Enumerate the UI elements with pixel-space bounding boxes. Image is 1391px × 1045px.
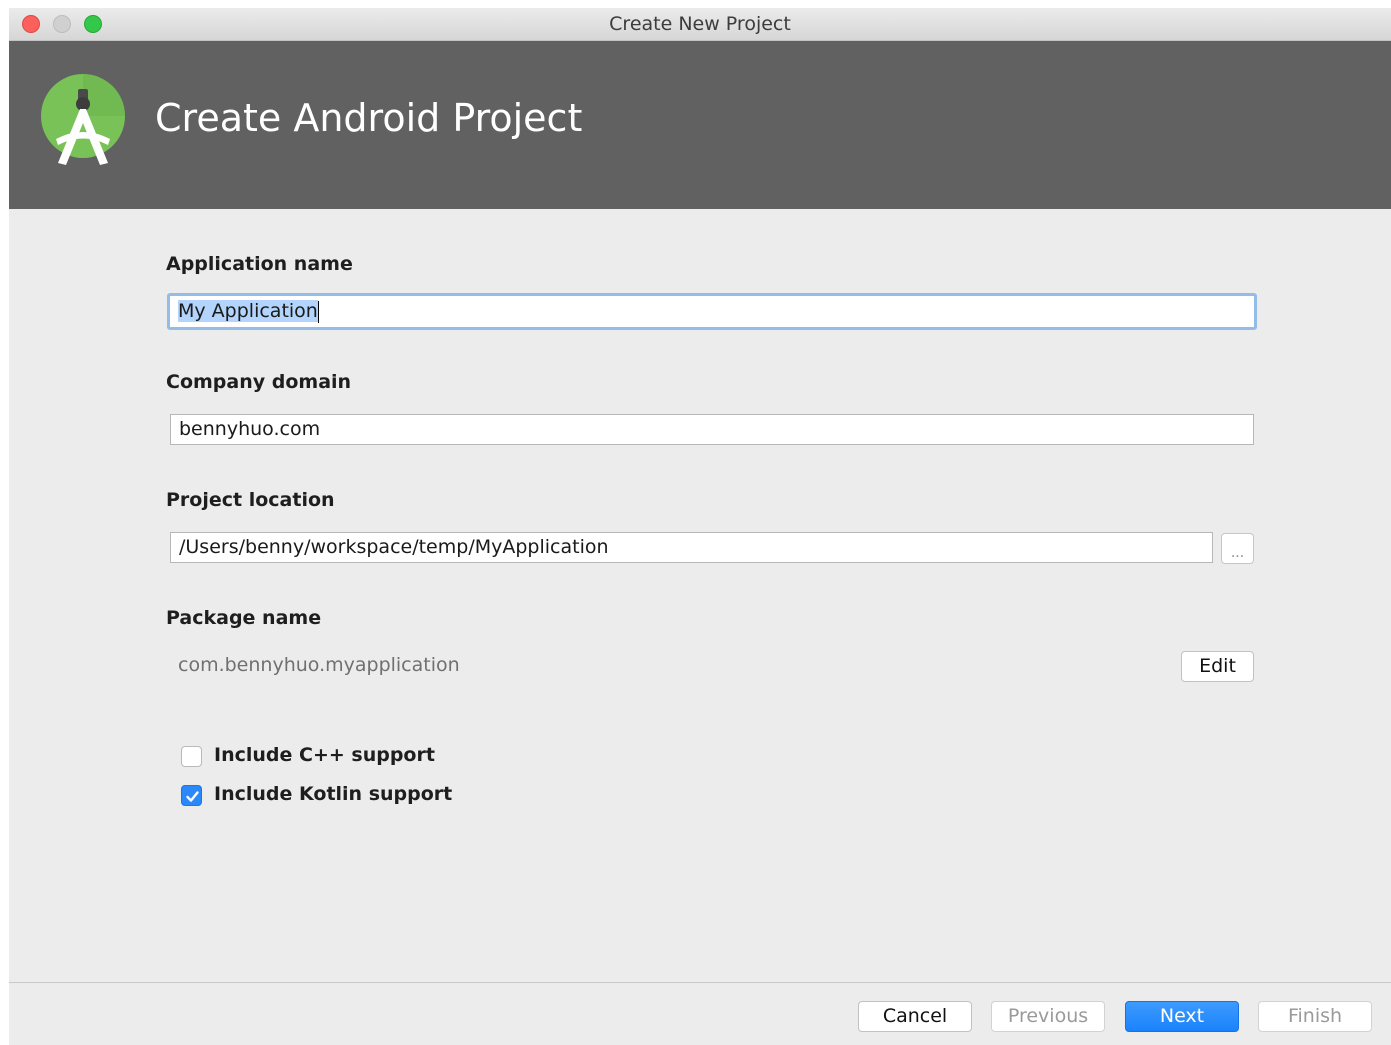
package-name-value: com.bennyhuo.myapplication [178,654,460,676]
footer-divider [9,982,1391,983]
window-title: Create New Project [609,13,791,35]
cpp-support-checkbox[interactable] [181,746,202,767]
application-name-field[interactable]: My Application [167,293,1257,330]
edit-package-button[interactable]: Edit [1181,651,1254,682]
text-caret [317,300,319,323]
company-domain-field[interactable]: bennyhuo.com [170,414,1254,445]
header-banner: Create Android Project [9,41,1391,209]
title-bar[interactable]: Create New Project [9,8,1391,41]
browse-location-button[interactable]: ... [1221,533,1254,564]
kotlin-support-checkbox[interactable] [181,785,202,806]
create-project-dialog: Create New Project Create Android Projec… [9,8,1391,1045]
project-location-label: Project location [166,489,335,511]
application-name-value: My Application [178,300,318,322]
android-studio-logo-icon [41,74,125,165]
cpp-support-label[interactable]: Include C++ support [214,744,435,766]
kotlin-support-label[interactable]: Include Kotlin support [214,783,452,805]
application-name-label: Application name [166,253,353,275]
cancel-button[interactable]: Cancel [858,1001,972,1032]
finish-button[interactable]: Finish [1258,1001,1372,1032]
next-button[interactable]: Next [1125,1001,1239,1032]
project-location-field[interactable]: /Users/benny/workspace/temp/MyApplicatio… [170,532,1213,563]
checkmark-icon [186,791,199,802]
previous-button[interactable]: Previous [991,1001,1105,1032]
package-name-label: Package name [166,607,322,629]
page-title: Create Android Project [155,96,583,140]
company-domain-label: Company domain [166,371,352,393]
